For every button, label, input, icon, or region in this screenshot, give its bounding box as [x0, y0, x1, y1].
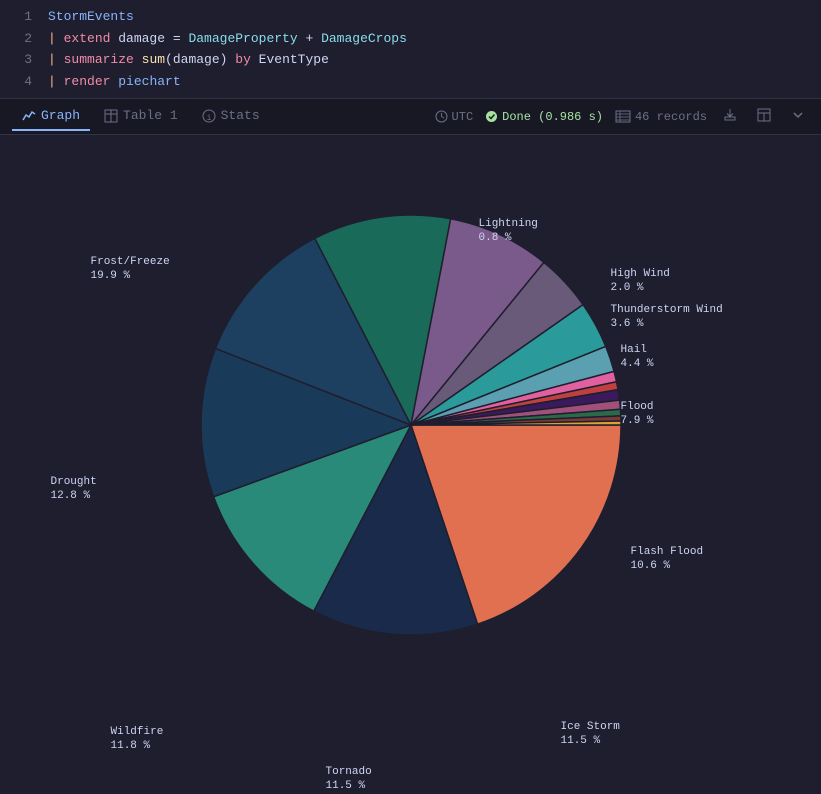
download-icon — [723, 108, 737, 122]
tab-graph[interactable]: Graph — [12, 102, 90, 131]
chevron-down-icon — [791, 108, 805, 122]
label-frost-freeze-pct: 19.9 % — [91, 270, 131, 282]
code-token: piechart — [118, 72, 180, 92]
label-flood-pct: 7.9 % — [621, 415, 654, 427]
label-high-wind-pct: 2.0 % — [611, 282, 644, 294]
code-token — [110, 72, 118, 92]
label-hail-name: Hail — [621, 344, 647, 356]
records-count: 46 records — [635, 110, 707, 124]
code-token: EventType — [251, 50, 329, 70]
code-editor: 1 StormEvents 2 | extend damage = Damage… — [0, 0, 821, 99]
code-token: summarize — [64, 50, 134, 70]
label-flood: Flood 7.9 % — [621, 400, 654, 429]
code-token: by — [235, 50, 251, 70]
label-lightning-pct: 0.8 % — [479, 232, 512, 244]
export-button[interactable] — [719, 106, 741, 128]
tab-graph-label: Graph — [41, 108, 80, 123]
records-badge: 46 records — [615, 110, 707, 124]
label-thunderstorm-wind-name: Thunderstorm Wind — [611, 304, 723, 316]
table-icon — [104, 109, 118, 123]
status-indicator: Done (0.986 s) — [485, 110, 603, 124]
label-ice-storm-pct: 11.5 % — [561, 735, 601, 747]
label-lightning: Lightning 0.8 % — [479, 217, 538, 246]
label-frost-freeze: Frost/Freeze 19.9 % — [91, 255, 170, 284]
code-token: StormEvents — [48, 7, 134, 27]
label-thunderstorm-wind-pct: 3.6 % — [611, 318, 644, 330]
label-high-wind-name: High Wind — [611, 268, 670, 280]
stats-icon: i — [202, 109, 216, 123]
clock-icon — [435, 110, 448, 123]
label-tornado-name: Tornado — [326, 766, 372, 778]
code-token: sum — [142, 50, 165, 70]
label-thunderstorm-wind: Thunderstorm Wind 3.6 % — [611, 303, 723, 332]
line-number: 3 — [8, 50, 32, 70]
code-line-3: 3 | summarize sum (damage) by EventType — [0, 49, 821, 71]
label-ice-storm-name: Ice Storm — [561, 721, 620, 733]
status-text: Done (0.986 s) — [502, 110, 603, 124]
more-button[interactable] — [787, 106, 809, 128]
code-line-4: 4 | render piechart — [0, 71, 821, 93]
pipe-char: | — [48, 50, 64, 70]
label-ice-storm: Ice Storm 11.5 % — [561, 720, 620, 749]
line-number: 2 — [8, 29, 32, 49]
toolbar-right: UTC Done (0.986 s) 46 records — [435, 106, 809, 128]
pie-chart-svg — [181, 195, 641, 655]
label-flash-flood-name: Flash Flood — [631, 546, 704, 558]
label-wildfire: Wildfire 11.8 % — [111, 725, 164, 754]
timezone-indicator: UTC — [435, 110, 474, 124]
label-tornado-pct: 11.5 % — [326, 780, 366, 792]
layout-icon — [757, 108, 771, 122]
code-token — [134, 50, 142, 70]
label-flood-name: Flood — [621, 401, 654, 413]
records-icon — [615, 110, 631, 123]
label-wildfire-pct: 11.8 % — [111, 740, 151, 752]
tab-table1-label: Table 1 — [123, 108, 178, 123]
chart-area: Frost/Freeze 19.9 % Drought 12.8 % Wildf… — [0, 135, 821, 715]
label-drought: Drought 12.8 % — [51, 475, 97, 504]
graph-icon — [22, 109, 36, 123]
code-line-1: 1 StormEvents — [0, 6, 821, 28]
svg-text:i: i — [206, 114, 211, 123]
code-token: + — [298, 29, 321, 49]
pipe-char: | — [48, 29, 64, 49]
code-token: DamageProperty — [188, 29, 297, 49]
line-number: 4 — [8, 72, 32, 92]
code-token: extend — [64, 29, 111, 49]
line-number: 1 — [8, 7, 32, 27]
toolbar: Graph Table 1 i Stats UTC — [0, 99, 821, 135]
label-hail: Hail 4.4 % — [621, 343, 654, 372]
tab-table1[interactable]: Table 1 — [94, 102, 188, 131]
label-lightning-name: Lightning — [479, 218, 538, 230]
label-flash-flood: Flash Flood 10.6 % — [631, 545, 704, 574]
label-frost-freeze-name: Frost/Freeze — [91, 256, 170, 268]
pipe-char: | — [48, 72, 64, 92]
label-hail-pct: 4.4 % — [621, 358, 654, 370]
tab-stats[interactable]: i Stats — [192, 102, 270, 131]
label-tornado: Tornado 11.5 % — [326, 765, 372, 794]
label-flash-flood-pct: 10.6 % — [631, 560, 671, 572]
pie-container: Frost/Freeze 19.9 % Drought 12.8 % Wildf… — [31, 165, 791, 685]
label-high-wind: High Wind 2.0 % — [611, 267, 670, 296]
label-drought-name: Drought — [51, 476, 97, 488]
tab-stats-label: Stats — [221, 108, 260, 123]
settings-button[interactable] — [753, 106, 775, 128]
code-token: (damage) — [165, 50, 235, 70]
code-token: damage = — [110, 29, 188, 49]
label-drought-pct: 12.8 % — [51, 490, 91, 502]
code-line-2: 2 | extend damage = DamageProperty + Dam… — [0, 28, 821, 50]
code-token: DamageCrops — [321, 29, 407, 49]
done-icon — [485, 110, 498, 123]
label-wildfire-name: Wildfire — [111, 726, 164, 738]
code-token: render — [64, 72, 111, 92]
